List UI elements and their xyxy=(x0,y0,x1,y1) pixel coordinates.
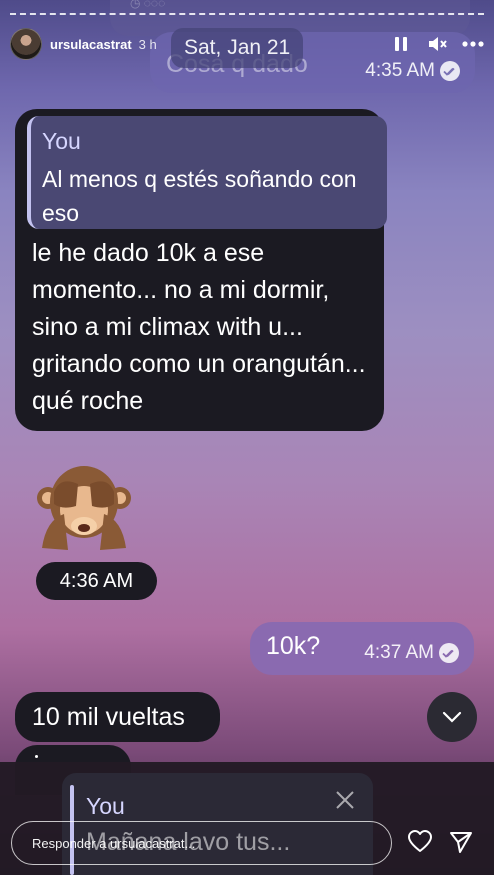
avatar[interactable] xyxy=(10,28,42,60)
see-no-evil-monkey-icon xyxy=(37,466,131,550)
close-icon[interactable] xyxy=(334,789,356,811)
heart-icon[interactable] xyxy=(407,829,433,855)
incoming-message-bubble[interactable]: 10 mil vueltas xyxy=(15,692,220,742)
read-receipt-icon xyxy=(439,643,459,663)
incoming-message-bubble[interactable]: You Al menos q estés soñando con eso le … xyxy=(15,109,387,431)
pause-icon[interactable] xyxy=(390,33,412,55)
seen-indicator-fragment: ◷ ◌◌◌ xyxy=(130,0,166,10)
send-icon[interactable] xyxy=(448,829,474,855)
read-receipt-icon xyxy=(440,61,460,81)
quoted-reply-text: Al menos q estés soñando con eso xyxy=(42,166,357,226)
compose-reply-author: You xyxy=(86,793,125,819)
message-time: 4:37 AM xyxy=(364,642,434,663)
story-time-ago: 3 h xyxy=(138,36,157,52)
quoted-reply[interactable]: You Al menos q estés soñando con eso xyxy=(27,116,387,229)
more-horizontal-icon[interactable] xyxy=(462,33,484,55)
chevron-down-icon xyxy=(442,711,462,723)
story-username[interactable]: ursulacastrat xyxy=(50,37,132,52)
date-badge: Sat, Jan 21 xyxy=(171,28,304,68)
speaker-muted-icon[interactable] xyxy=(426,33,448,55)
message-time-pill: 4:36 AM xyxy=(36,562,157,600)
message-text: le he dado 10k a ese momento... no a mi … xyxy=(32,239,366,415)
quoted-reply-author: You xyxy=(42,128,81,154)
message-time: 4:35 AM xyxy=(365,60,435,81)
outgoing-message-bubble[interactable]: 10k? 4:37 AM xyxy=(250,622,474,675)
story-controls xyxy=(390,33,484,55)
message-text: 10k? xyxy=(266,632,321,660)
story-reply-input[interactable] xyxy=(11,821,392,865)
story-progress-bar xyxy=(10,13,484,15)
partial-text-fragment xyxy=(35,755,38,758)
scroll-down-button[interactable] xyxy=(427,692,477,742)
message-meta: 4:35 AM xyxy=(365,60,461,82)
message-meta: 4:37 AM xyxy=(364,642,460,664)
